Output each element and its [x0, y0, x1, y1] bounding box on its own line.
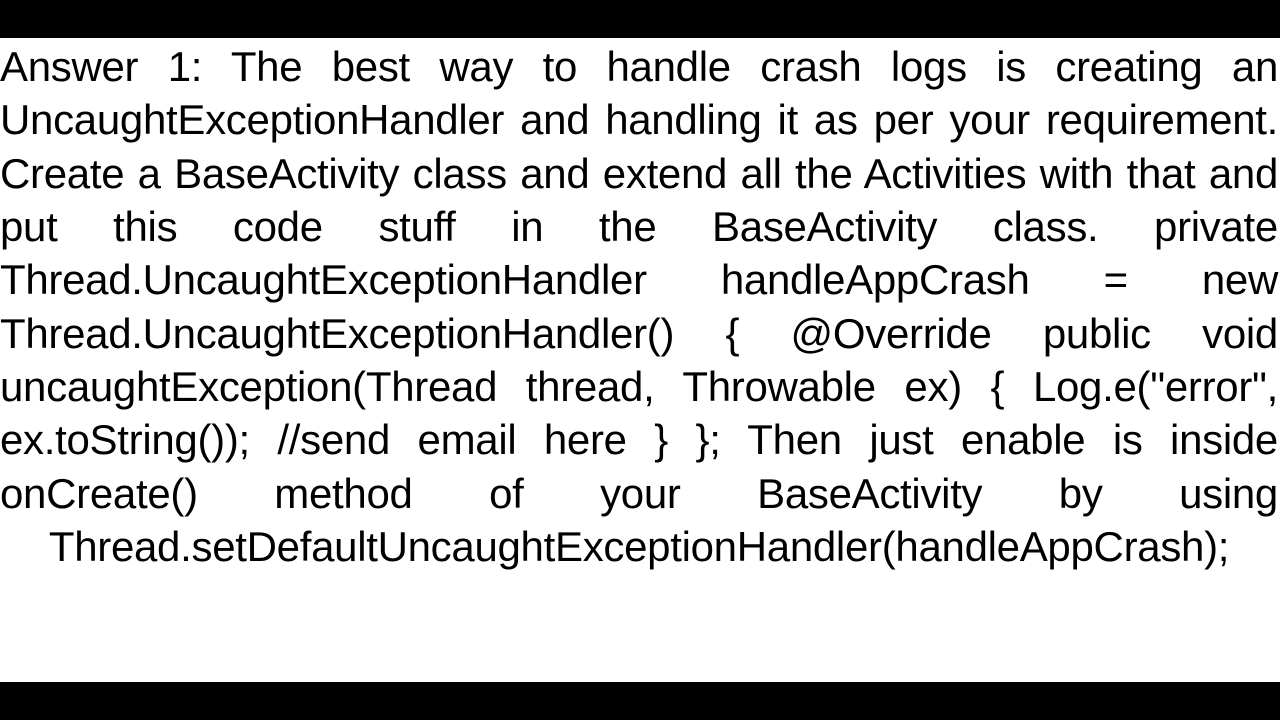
- answer-text: Answer 1: The best way to handle crash l…: [0, 38, 1280, 682]
